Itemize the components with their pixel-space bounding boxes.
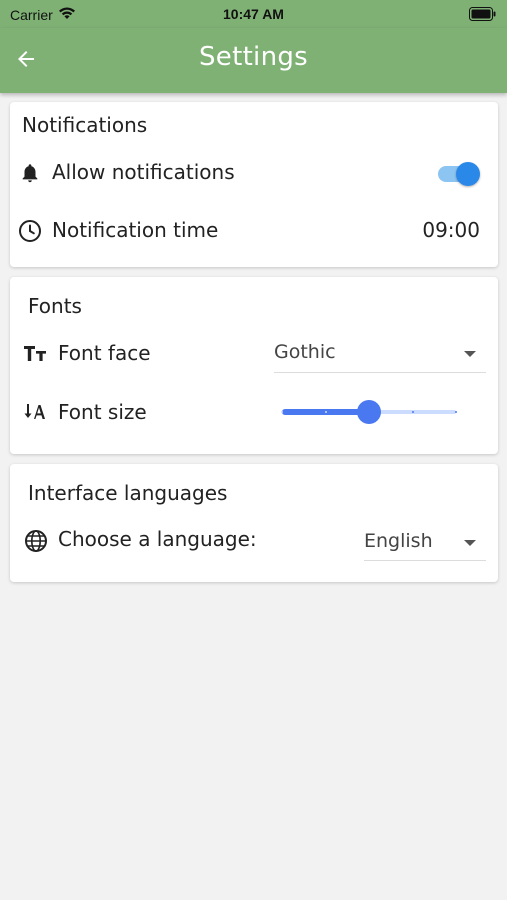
clock-icon bbox=[18, 219, 42, 243]
toggle-thumb bbox=[456, 162, 480, 186]
font-face-value: Gothic bbox=[274, 341, 336, 363]
slider-tick bbox=[411, 411, 414, 413]
bell-icon bbox=[18, 161, 42, 185]
allow-notifications-label: Allow notifications bbox=[52, 160, 235, 184]
font-face-dropdown[interactable]: Gothic bbox=[274, 335, 486, 373]
slider-tick bbox=[324, 411, 327, 413]
languages-section-title: Interface languages bbox=[28, 481, 228, 505]
languages-card: Interface languages Choose a language: E… bbox=[10, 464, 498, 582]
dropdown-arrow-icon bbox=[464, 540, 476, 546]
app-bar: Settings bbox=[0, 28, 507, 93]
dropdown-arrow-icon bbox=[464, 351, 476, 357]
sort-font-size-icon bbox=[23, 401, 49, 423]
choose-language-label: Choose a language: bbox=[58, 527, 257, 551]
language-value: English bbox=[364, 530, 433, 552]
allow-notifications-toggle[interactable] bbox=[436, 161, 482, 187]
page-title: Settings bbox=[198, 42, 309, 72]
fonts-section-title: Fonts bbox=[28, 294, 82, 318]
fonts-card: Fonts Font face Gothic Font size bbox=[10, 277, 498, 454]
status-time: 10:47 AM bbox=[223, 6, 284, 22]
slider-tick bbox=[281, 411, 283, 413]
slider-thumb[interactable] bbox=[357, 400, 381, 424]
notifications-card: Notifications Allow notifications Notifi… bbox=[10, 102, 498, 267]
font-face-label: Font face bbox=[58, 341, 151, 365]
text-format-icon bbox=[23, 342, 49, 364]
language-dropdown[interactable]: English bbox=[364, 524, 486, 561]
notification-time-value[interactable]: 09:00 bbox=[422, 218, 480, 242]
notifications-section-title: Notifications bbox=[22, 113, 148, 137]
battery-icon bbox=[469, 7, 497, 24]
slider-tick bbox=[455, 411, 457, 413]
font-size-slider[interactable] bbox=[278, 398, 458, 426]
globe-icon bbox=[23, 528, 49, 554]
font-size-label: Font size bbox=[58, 400, 147, 424]
status-bar: Carrier 10:47 AM bbox=[0, 0, 507, 28]
notification-time-label: Notification time bbox=[52, 218, 219, 242]
